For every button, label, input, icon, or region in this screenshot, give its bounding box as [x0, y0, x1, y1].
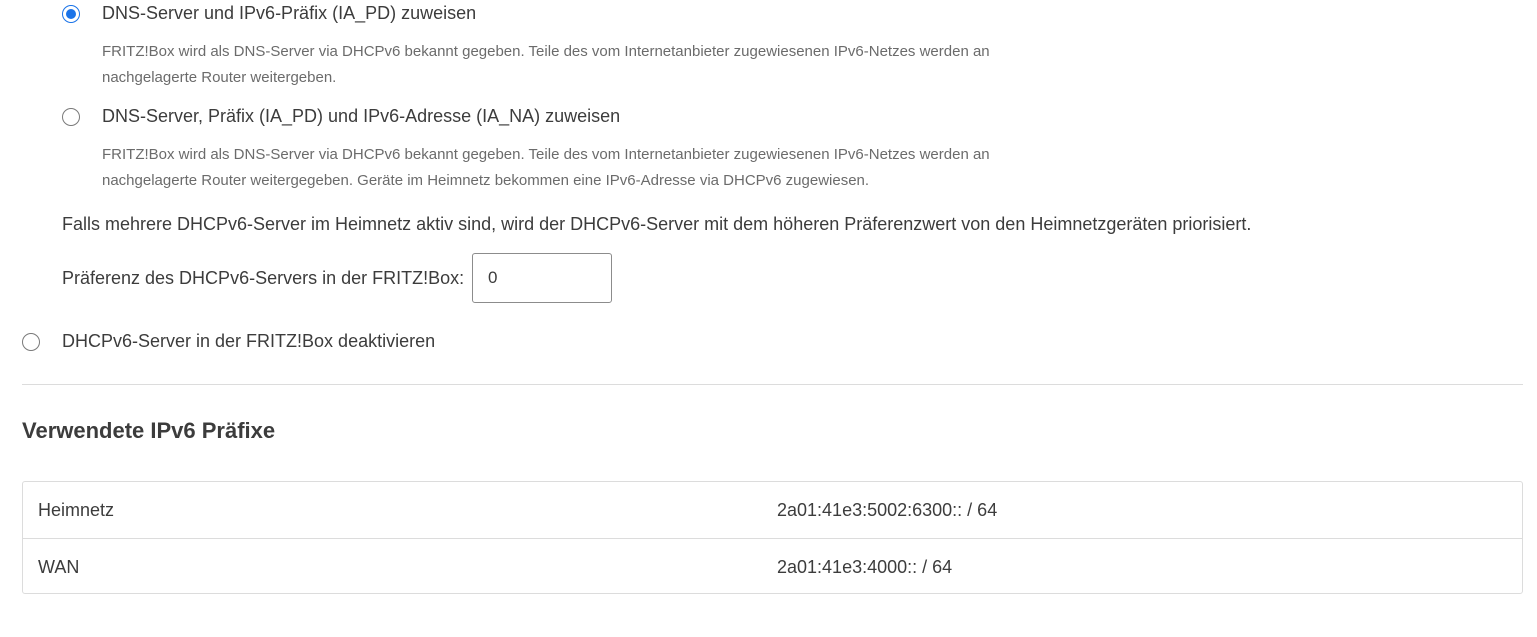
option-description-assign-dns-prefix: FRITZ!Box wird als DNS-Server via DHCPv6… — [102, 39, 1062, 91]
description-line: FRITZ!Box wird als DNS-Server via DHCPv6… — [102, 146, 990, 163]
section-divider — [22, 384, 1523, 385]
prefix-value-cell: 2a01:41e3:4000:: / 64 — [777, 557, 953, 577]
prefix-table: Heimnetz 2a01:41e3:5002:6300:: / 64 WAN … — [22, 481, 1523, 594]
radio-disable-dhcpv6[interactable] — [22, 333, 40, 351]
description-line: nachgelagerte Router weitergeben. — [102, 69, 337, 86]
table-row: Heimnetz 2a01:41e3:5002:6300:: / 64 — [23, 482, 1522, 538]
table-row: WAN 2a01:41e3:4000:: / 64 — [23, 538, 1522, 594]
preference-info-text: Falls mehrere DHCPv6-Server im Heimnetz … — [62, 214, 1252, 234]
option-description-assign-dns-prefix-address: FRITZ!Box wird als DNS-Server via DHCPv6… — [102, 142, 1062, 194]
radio-assign-dns-prefix-address[interactable] — [62, 108, 80, 126]
option-label-disable-dhcpv6[interactable]: DHCPv6-Server in der FRITZ!Box deaktivie… — [62, 331, 435, 352]
option-label-assign-dns-prefix-address[interactable]: DNS-Server, Präfix (IA_PD) und IPv6-Adre… — [102, 106, 620, 127]
prefix-value-cell: 2a01:41e3:5002:6300:: / 64 — [777, 500, 998, 520]
prefix-name-cell: WAN — [38, 557, 80, 577]
description-line: FRITZ!Box wird als DNS-Server via DHCPv6… — [102, 43, 990, 60]
preference-input[interactable] — [472, 253, 612, 303]
radio-assign-dns-prefix[interactable] — [62, 5, 80, 23]
description-line: nachgelagerte Router weitergegeben. Gerä… — [102, 172, 870, 189]
preference-label: Präferenz des DHCPv6-Servers in der FRIT… — [62, 268, 465, 288]
radio-selected-dot — [66, 9, 76, 19]
option-label-assign-dns-prefix[interactable]: DNS-Server und IPv6-Präfix (IA_PD) zuwei… — [102, 3, 476, 24]
section-heading-ipv6-prefixes: Verwendete IPv6 Präfixe — [22, 418, 276, 443]
prefix-name-cell: Heimnetz — [38, 500, 115, 520]
